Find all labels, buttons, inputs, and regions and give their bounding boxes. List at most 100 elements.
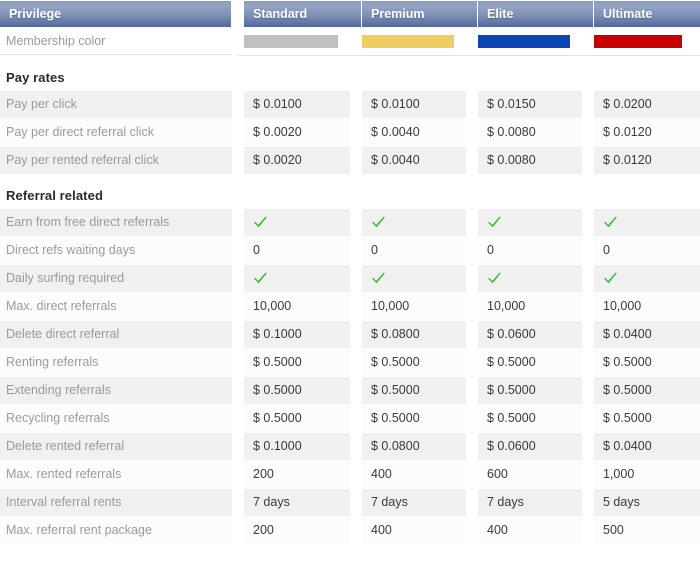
table-row: Max. rented referrals 200 400 600 1,000 xyxy=(0,460,700,488)
privilege-label-content: Pay per click xyxy=(0,90,232,118)
color-bar-ultimate xyxy=(594,34,682,48)
privilege-label: Recycling referrals xyxy=(0,404,238,432)
table-row: Renting referrals $ 0.5000 $ 0.5000 $ 0.500… xyxy=(0,348,700,376)
privilege-value-premium: $ 0.5000 xyxy=(356,348,472,376)
privilege-value-elite-content: $ 0.0080 xyxy=(478,146,582,174)
privilege-value-ultimate xyxy=(588,264,700,292)
privilege-value-elite-content: 10,000 xyxy=(478,292,582,320)
membership-color-swatch-premium xyxy=(356,27,472,56)
privilege-value-ultimate-content: $ 0.0400 xyxy=(594,320,700,348)
section-spacer xyxy=(0,55,700,70)
privilege-value-elite-content: $ 0.0080 xyxy=(478,118,582,146)
color-bar-standard xyxy=(244,34,338,48)
privilege-value-ultimate-content: $ 0.5000 xyxy=(594,348,700,376)
privilege-value-standard-content: $ 0.0100 xyxy=(244,90,350,118)
check-icon xyxy=(594,264,700,292)
privilege-value-premium: $ 0.5000 xyxy=(356,376,472,404)
privilege-label-content: Direct refs waiting days xyxy=(0,236,232,264)
column-header-premium[interactable]: Premium xyxy=(356,0,478,27)
privilege-value-ultimate: $ 0.5000 xyxy=(588,348,700,376)
column-header-elite[interactable]: Elite xyxy=(472,0,594,27)
section-title: Pay rates xyxy=(6,70,65,85)
privilege-value-premium-content: $ 0.0800 xyxy=(362,432,466,460)
privilege-value-elite: $ 0.0150 xyxy=(472,90,588,118)
privilege-value-standard xyxy=(238,208,356,236)
privilege-value-ultimate: 500 xyxy=(588,516,700,544)
privilege-value-ultimate-content: $ 0.0200 xyxy=(594,90,700,118)
privilege-value-standard-content: 0 xyxy=(244,236,350,264)
privilege-value-ultimate: 10,000 xyxy=(588,292,700,320)
privilege-label: Pay per rented referral click xyxy=(0,146,238,174)
membership-color-swatch-premium-content xyxy=(356,28,472,55)
table-row: Interval referral rents 7 days 7 days 7 day… xyxy=(0,488,700,516)
column-header-ultimate-label: Ultimate xyxy=(594,0,700,27)
table-row: Max. direct referrals 10,000 10,000 10,000 1… xyxy=(0,292,700,320)
privilege-value-elite-content: 7 days xyxy=(478,488,582,516)
privilege-value-premium: $ 0.0800 xyxy=(356,320,472,348)
privilege-value-ultimate: $ 0.0400 xyxy=(588,432,700,460)
check-icon xyxy=(594,208,700,236)
privilege-label-content: Delete rented referral xyxy=(0,432,232,460)
column-header-ultimate[interactable]: Ultimate xyxy=(588,0,700,27)
privilege-value-premium-content: $ 0.0040 xyxy=(362,118,466,146)
table-row: Daily surfing required xyxy=(0,264,700,292)
table-row: Delete direct referral $ 0.1000 $ 0.0800 $ … xyxy=(0,320,700,348)
privilege-label-content: Max. rented referrals xyxy=(0,460,232,488)
privilege-value-ultimate: $ 0.0120 xyxy=(588,118,700,146)
privilege-value-premium-content: 10,000 xyxy=(362,292,466,320)
privilege-value-elite-content: $ 0.0600 xyxy=(478,320,582,348)
membership-color-row: Membership color xyxy=(0,27,700,56)
privilege-value-standard-content: $ 0.5000 xyxy=(244,348,350,376)
privilege-value-standard: $ 0.5000 xyxy=(238,404,356,432)
privilege-value-standard: $ 0.5000 xyxy=(238,376,356,404)
privilege-value-ultimate-content: 10,000 xyxy=(594,292,700,320)
column-header-privilege-label: Privilege xyxy=(0,0,232,27)
section-spacer xyxy=(0,174,700,188)
privilege-value-standard xyxy=(238,264,356,292)
check-icon xyxy=(478,208,582,236)
privilege-value-elite: $ 0.5000 xyxy=(472,376,588,404)
privilege-value-premium: $ 0.0800 xyxy=(356,432,472,460)
table-row: Earn from free direct referrals xyxy=(0,208,700,236)
privilege-value-elite: $ 0.0600 xyxy=(472,320,588,348)
table-row: Pay per rented referral click $ 0.0020 $ 0… xyxy=(0,146,700,174)
privilege-value-elite: 10,000 xyxy=(472,292,588,320)
privilege-label: Pay per click xyxy=(0,90,238,118)
privilege-value-ultimate: $ 0.0200 xyxy=(588,90,700,118)
privilege-value-ultimate-content: $ 0.5000 xyxy=(594,404,700,432)
privilege-label-content: Daily surfing required xyxy=(0,264,232,292)
membership-color-swatch-standard-content xyxy=(238,28,356,55)
privilege-label-content: Max. referral rent package xyxy=(0,516,232,544)
privilege-value-ultimate-content: $ 0.0120 xyxy=(594,118,700,146)
privilege-value-standard: 200 xyxy=(238,460,356,488)
privilege-value-standard: $ 0.0020 xyxy=(238,146,356,174)
privilege-value-standard: $ 0.0100 xyxy=(238,90,356,118)
membership-color-swatch-elite xyxy=(472,27,588,56)
privilege-value-standard: $ 0.1000 xyxy=(238,320,356,348)
column-header-privilege[interactable]: Privilege xyxy=(0,0,238,27)
privilege-value-ultimate-content: 500 xyxy=(594,516,700,544)
privilege-value-ultimate: 1,000 xyxy=(588,460,700,488)
table-body: Membership color Pay rates Pay per click $ … xyxy=(0,27,700,544)
privilege-value-ultimate xyxy=(588,208,700,236)
table-row: Pay per click $ 0.0100 $ 0.0100 $ 0.0150 $ 0… xyxy=(0,90,700,118)
privilege-label: Renting referrals xyxy=(0,348,238,376)
privilege-value-premium: 400 xyxy=(356,460,472,488)
privilege-value-standard-content: $ 0.1000 xyxy=(244,320,350,348)
privilege-value-ultimate-content: $ 0.0400 xyxy=(594,432,700,460)
privilege-label-content: Delete direct referral xyxy=(0,320,232,348)
column-header-standard[interactable]: Standard xyxy=(238,0,362,27)
membership-color-swatch-ultimate xyxy=(588,27,700,56)
privilege-label-content: Earn from free direct referrals xyxy=(0,208,232,236)
check-icon xyxy=(244,264,350,292)
privilege-value-elite: 0 xyxy=(472,236,588,264)
table-row: Direct refs waiting days 0 0 0 0 xyxy=(0,236,700,264)
privilege-value-elite-content: $ 0.5000 xyxy=(478,376,582,404)
section-title: Referral related xyxy=(6,188,103,203)
privilege-value-ultimate-content: 1,000 xyxy=(594,460,700,488)
privilege-value-premium: $ 0.0040 xyxy=(356,146,472,174)
privilege-value-elite-content: $ 0.0150 xyxy=(478,90,582,118)
membership-color-swatch-standard xyxy=(238,27,356,56)
section-heading-cell: Pay rates xyxy=(0,70,700,90)
check-icon xyxy=(362,208,466,236)
